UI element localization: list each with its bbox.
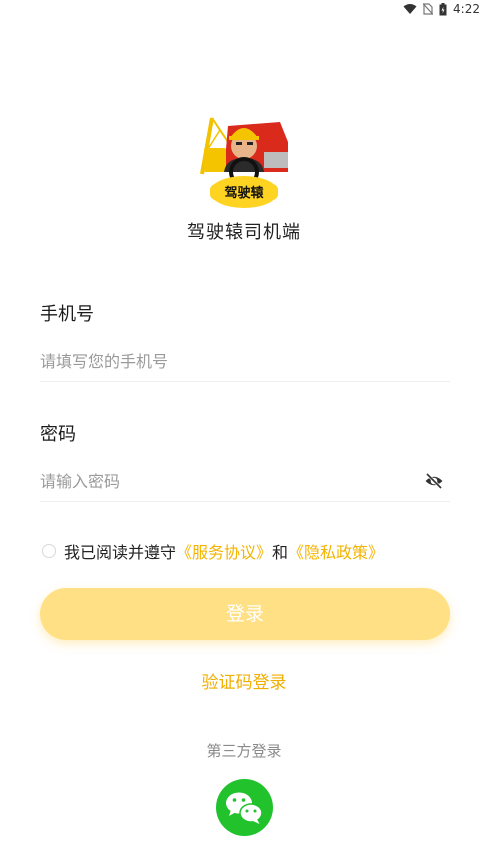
third-party-label: 第三方登录 [206,742,282,760]
no-sim-icon [423,3,434,15]
eye-off-icon[interactable] [424,471,444,491]
sms-login-link[interactable]: 验证码登录 [0,668,488,693]
phone-input[interactable] [40,341,400,381]
agreement-connector: 和 [272,543,289,562]
service-agreement-link[interactable]: 《服务协议》 [176,539,272,563]
app-logo: 驾驶辕 [194,112,294,212]
app-name: 驾驶辕司机端 [187,222,301,243]
status-time: 4:22 [453,2,480,16]
agreement-radio[interactable] [42,544,56,558]
status-bar: 4:22 [0,0,488,20]
wifi-icon [403,3,417,15]
wechat-login-button[interactable] [216,779,273,836]
agreement-prefix: 我已阅读并遵守 [64,543,177,562]
logo-text: 驾驶辕 [224,185,264,201]
password-input[interactable] [40,461,400,501]
phone-label: 手机号 [40,304,94,325]
status-icons: 4:22 [403,2,480,16]
privacy-policy-link[interactable]: 《隐私政策》 [288,539,384,563]
password-field [40,461,450,502]
agreement-row: 我已阅读并遵守 《服务协议》 和 《隐私政策》 [42,539,384,563]
login-button[interactable]: 登录 [40,588,450,640]
phone-field [40,341,450,382]
password-label: 密码 [40,424,76,445]
battery-icon [439,2,447,16]
